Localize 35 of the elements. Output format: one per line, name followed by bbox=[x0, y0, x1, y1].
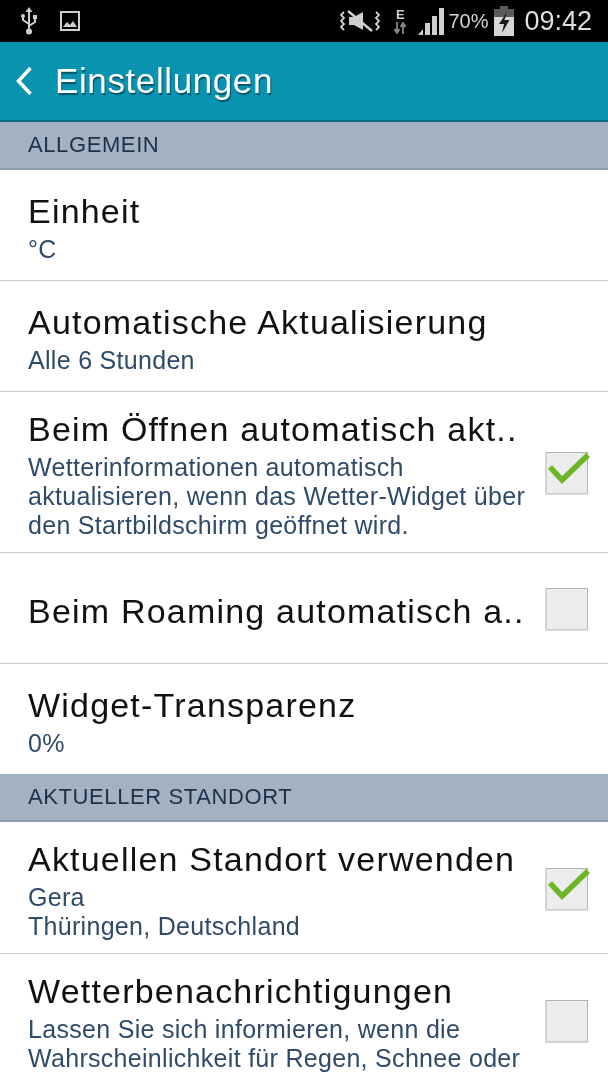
section-title: ALLGEMEIN bbox=[28, 132, 160, 158]
section-title: AKTUELLER STANDORT bbox=[28, 784, 293, 810]
image-icon bbox=[60, 11, 80, 31]
data-arrows-icon bbox=[394, 22, 407, 34]
settings-row[interactable]: Beim Öffnen automatisch akt.. Wetterinformationen automatisch aktualisieren, wenn das Wetter-Widget über den Startbildschirm geöffnet wird. bbox=[0, 391, 608, 552]
setting-title: Beim Öffnen automatisch akt.. bbox=[28, 410, 519, 448]
checkbox[interactable] bbox=[545, 585, 591, 631]
settings-row[interactable]: Aktuellen Standort verwenden Gera Thüringen, Deutschland bbox=[0, 822, 608, 953]
setting-title: Wetterbenachrichtigungen bbox=[28, 972, 455, 1010]
checkbox[interactable] bbox=[545, 449, 591, 495]
vibrate-icon bbox=[340, 9, 381, 33]
usb-icon bbox=[20, 7, 38, 35]
setting-title: Aktuellen Standort verwenden bbox=[28, 840, 517, 878]
settings-row[interactable]: Einheit °C bbox=[0, 170, 608, 280]
setting-summary: Thüringen, Deutschland bbox=[28, 912, 302, 941]
signal-icon bbox=[418, 7, 445, 35]
back-icon[interactable] bbox=[15, 66, 33, 96]
setting-summary: 0% bbox=[28, 729, 66, 758]
settings-row[interactable]: Wetterbenachrichtigungen Lassen Sie sich informieren, wenn die Wahrscheinlichkeit für Regen, Schnee oder bbox=[0, 953, 608, 1080]
screen-title: Einstellungen bbox=[55, 61, 273, 101]
setting-summary: °C bbox=[28, 235, 58, 264]
settings-row[interactable]: Beim Roaming automatisch a.. bbox=[0, 552, 608, 663]
setting-title: Beim Roaming automatisch a.. bbox=[28, 592, 526, 630]
setting-summary: Gera bbox=[28, 883, 86, 912]
settings-row[interactable]: Automatische Aktualisierung Alle 6 Stunden bbox=[0, 280, 608, 391]
setting-title: Automatische Aktualisierung bbox=[28, 303, 489, 341]
battery-percent: 70% bbox=[448, 9, 489, 33]
setting-title: Einheit bbox=[28, 192, 142, 230]
clock: 09:42 bbox=[524, 5, 592, 37]
setting-summary: Lassen Sie sich informieren, wenn die Wahrscheinlichkeit für Regen, Schnee oder bbox=[28, 1015, 522, 1073]
setting-summary: Alle 6 Stunden bbox=[28, 346, 196, 375]
network-type: E bbox=[396, 8, 405, 22]
battery-icon bbox=[494, 6, 515, 36]
setting-title: Widget-Transparenz bbox=[28, 686, 358, 724]
setting-summary: Wetterinformationen automatisch aktualisieren, wenn das Wetter-Widget über den Startbildschirm geöffnet wird. bbox=[28, 453, 527, 540]
